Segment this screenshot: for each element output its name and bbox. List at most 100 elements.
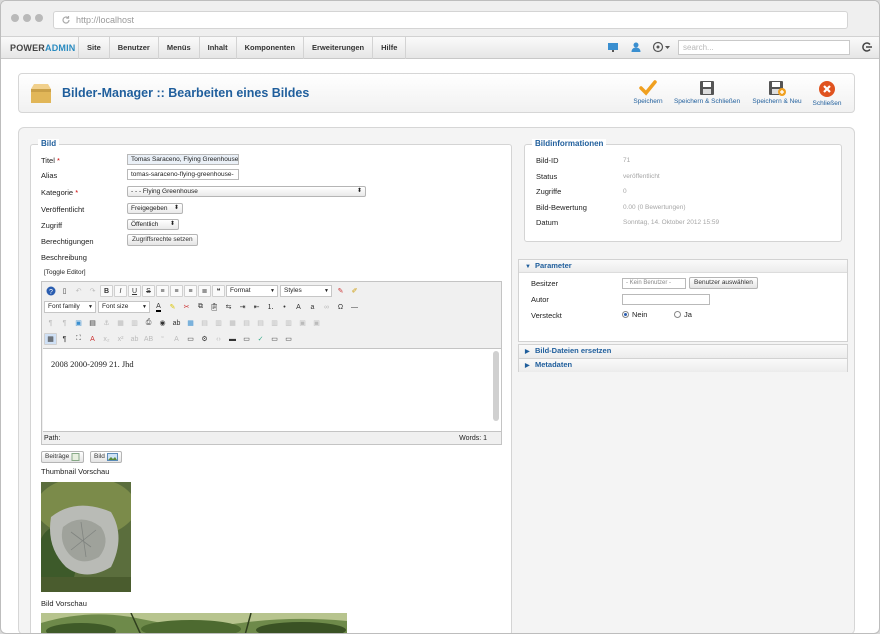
underline-icon[interactable]: U bbox=[128, 285, 141, 297]
search-replace-icon[interactable]: ⇆ bbox=[222, 301, 235, 313]
table-icon[interactable]: ▦ bbox=[114, 317, 127, 329]
paste-icon[interactable]: 📋︎ bbox=[208, 301, 221, 313]
autor-input[interactable] bbox=[622, 294, 710, 305]
col-after-icon[interactable]: ▥ bbox=[282, 317, 295, 329]
highlight-color-icon[interactable]: ✎ bbox=[166, 301, 179, 313]
new-document-icon[interactable]: ▯ bbox=[58, 285, 71, 297]
align-center-icon[interactable]: ≡ bbox=[170, 285, 183, 297]
copy-icon[interactable]: ⧉ bbox=[194, 301, 207, 313]
editor-content-area[interactable]: 2008 2000-2099 21. Jhd bbox=[43, 348, 501, 432]
preview-icon[interactable]: ▭ bbox=[282, 333, 295, 345]
font-shrink-icon[interactable]: a bbox=[306, 301, 319, 313]
toggle-editor-link[interactable]: [Toggle Editor] bbox=[44, 269, 86, 276]
merge-cells-icon[interactable]: ▣ bbox=[296, 317, 309, 329]
media-icon[interactable]: ▤ bbox=[86, 317, 99, 329]
table-row-icon[interactable]: ▤ bbox=[198, 317, 211, 329]
text-color-icon[interactable]: A bbox=[152, 301, 165, 313]
menu-item-site[interactable]: Site bbox=[78, 37, 109, 59]
italic-icon[interactable]: I bbox=[114, 285, 127, 297]
spellcheck-icon[interactable]: A bbox=[86, 333, 99, 345]
unordered-list-icon[interactable]: • bbox=[278, 301, 291, 313]
bold-icon[interactable]: B bbox=[100, 285, 113, 297]
horizontal-rule-icon[interactable]: — bbox=[348, 301, 361, 313]
insert-layer-icon[interactable]: ▭ bbox=[184, 333, 197, 345]
settings-dropdown-icon[interactable] bbox=[652, 41, 672, 53]
menu-item-menues[interactable]: Menüs bbox=[157, 37, 199, 59]
reload-icon[interactable] bbox=[61, 15, 71, 25]
format-select[interactable]: Format ▼ bbox=[226, 285, 278, 297]
menu-item-hilfe[interactable]: Hilfe bbox=[372, 37, 407, 59]
window-dot-icon[interactable] bbox=[23, 14, 31, 22]
search-input[interactable]: search... bbox=[678, 40, 850, 55]
benutzer-auswaehlen-button[interactable]: Benutzer auswählen bbox=[689, 277, 758, 289]
find-icon[interactable]: ◉ bbox=[156, 317, 169, 329]
pagebreak-icon[interactable]: ▬ bbox=[226, 333, 239, 345]
fullscreen-icon[interactable]: ⛶ bbox=[72, 333, 85, 345]
help-icon[interactable]: ? bbox=[44, 285, 57, 297]
bild-dateien-panel-header[interactable]: ▶ Bild-Dateien ersetzen bbox=[519, 345, 847, 358]
align-justify-icon[interactable]: ≣ bbox=[198, 285, 211, 297]
row-after-icon[interactable]: ▤ bbox=[254, 317, 267, 329]
font-size-select[interactable]: Font size ▼ bbox=[98, 301, 150, 313]
indent-icon[interactable]: ⇥ bbox=[236, 301, 249, 313]
anchor-icon[interactable]: ⚓︎ bbox=[100, 317, 113, 329]
acronym-icon[interactable]: AB bbox=[142, 333, 155, 345]
cut-icon[interactable]: ✂ bbox=[180, 301, 193, 313]
split-cells-icon[interactable]: ▣ bbox=[310, 317, 323, 329]
redo-icon[interactable]: ↷ bbox=[86, 285, 99, 297]
style-icon[interactable]: A bbox=[170, 333, 183, 345]
align-right-icon[interactable]: ≡ bbox=[184, 285, 197, 297]
window-dot-icon[interactable] bbox=[11, 14, 19, 22]
menu-item-erweiterungen[interactable]: Erweiterungen bbox=[303, 37, 372, 59]
save-button[interactable]: Speichern bbox=[628, 80, 668, 105]
visual-aid-icon[interactable]: ▦ bbox=[44, 333, 57, 345]
pilcrow-icon[interactable]: ¶ bbox=[44, 317, 57, 329]
cite-icon[interactable]: “ bbox=[156, 333, 169, 345]
table-insert-icon[interactable]: ▦ bbox=[184, 317, 197, 329]
image-icon[interactable]: ▣ bbox=[72, 317, 85, 329]
outdent-icon[interactable]: ⇤ bbox=[250, 301, 263, 313]
spellcheck-abc-icon[interactable]: ✓ bbox=[254, 333, 267, 345]
ordered-list-icon[interactable]: ⒈ bbox=[264, 301, 277, 313]
logout-icon[interactable] bbox=[861, 41, 873, 53]
superscript-icon[interactable]: x² bbox=[114, 333, 127, 345]
veroeffentlicht-select[interactable]: Freigegeben ⬍ bbox=[127, 203, 183, 214]
code-icon[interactable]: ‹› bbox=[212, 333, 225, 345]
metadaten-panel-header[interactable]: ▶ Metadaten bbox=[519, 359, 847, 372]
font-grow-icon[interactable]: A bbox=[292, 301, 305, 313]
table-col-icon[interactable]: ▥ bbox=[212, 317, 225, 329]
versteckt-ja-radio[interactable]: Ja bbox=[674, 310, 692, 319]
parameter-panel-header[interactable]: ▼ Parameter bbox=[519, 260, 847, 273]
kategorie-select[interactable]: - - - Flying Greenhouse ⬍ bbox=[127, 186, 366, 197]
eraser-icon[interactable]: ✎ bbox=[334, 285, 347, 297]
strikethrough-icon[interactable]: S bbox=[142, 285, 155, 297]
editor-scrollbar[interactable] bbox=[493, 351, 499, 421]
close-button[interactable]: Schließen bbox=[809, 80, 845, 107]
replace-icon[interactable]: ab bbox=[170, 317, 183, 329]
attributes-icon[interactable]: ⚙ bbox=[198, 333, 211, 345]
cleanup-icon[interactable]: ✐ bbox=[348, 285, 361, 297]
besitzer-input[interactable]: - Kein Benutzer - bbox=[622, 278, 686, 289]
save-close-button[interactable]: Speichern & Schließen bbox=[672, 80, 742, 105]
blockquote-icon[interactable]: ❝ bbox=[212, 285, 225, 297]
omega-icon[interactable]: Ω bbox=[334, 301, 347, 313]
show-blocks-icon[interactable]: ¶ bbox=[58, 333, 71, 345]
save-new-button[interactable]: Speichern & Neu bbox=[748, 80, 806, 105]
zugriff-select[interactable]: Öffentlich ⬍ bbox=[127, 219, 179, 230]
readmore-icon[interactable]: ▭ bbox=[240, 333, 253, 345]
menu-item-benutzer[interactable]: Benutzer bbox=[108, 37, 158, 59]
monitor-icon[interactable] bbox=[607, 41, 619, 53]
beitraege-button[interactable]: Beiträge bbox=[41, 451, 85, 463]
template-list-icon[interactable]: ▭ bbox=[268, 333, 281, 345]
menu-item-inhalt[interactable]: Inhalt bbox=[198, 37, 236, 59]
menu-item-komponenten[interactable]: Komponenten bbox=[235, 37, 303, 59]
table-props-icon[interactable]: ▦ bbox=[226, 317, 239, 329]
versteckt-nein-radio[interactable]: Nein bbox=[622, 310, 647, 319]
alias-input[interactable]: tomas-saraceno-flying-greenhouse- bbox=[127, 169, 239, 180]
title-input[interactable]: Tomas Saraceno, Flying Greenhouse bbox=[127, 154, 239, 165]
subscript-icon[interactable]: x₂ bbox=[100, 333, 113, 345]
window-dot-icon[interactable] bbox=[35, 14, 43, 22]
link-icon[interactable]: ∞ bbox=[320, 301, 333, 313]
pilcrow-rtl-icon[interactable]: ¶ bbox=[58, 317, 71, 329]
col-before-icon[interactable]: ▥ bbox=[268, 317, 281, 329]
